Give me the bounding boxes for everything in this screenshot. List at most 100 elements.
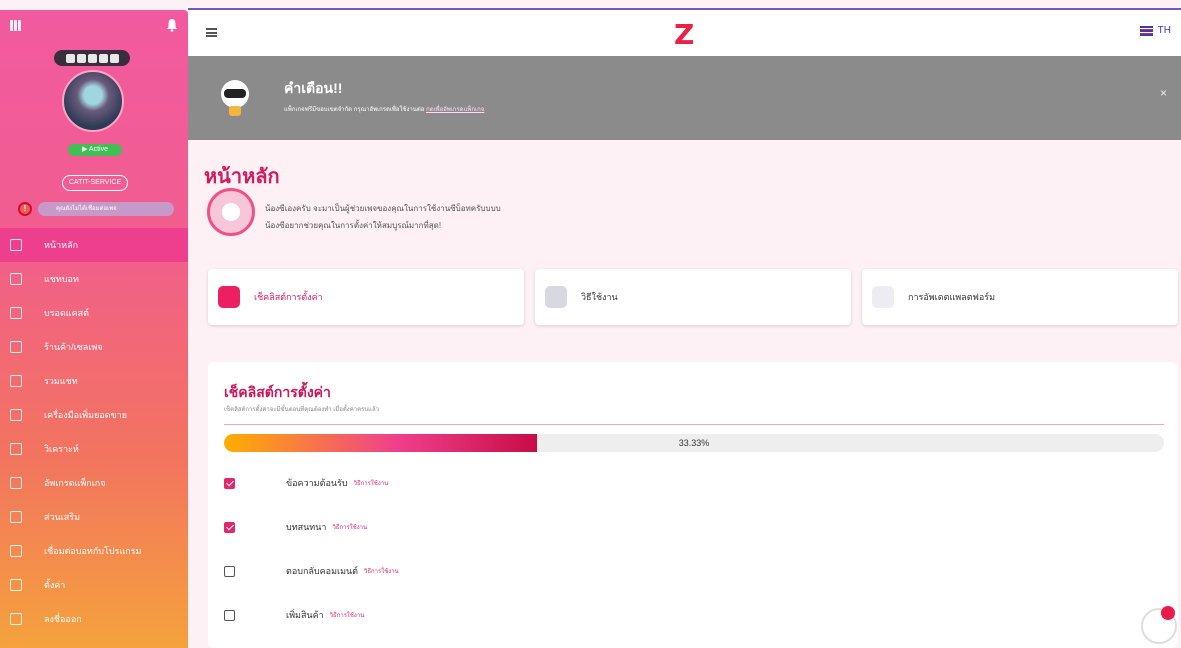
sidebar-item[interactable]: รวมแชท — [0, 364, 188, 398]
checklist-item-label: เพิ่มสินค้า — [286, 610, 324, 620]
howto-card-label: วิธีใช้งาน — [581, 292, 618, 302]
warning-banner: คำเตือน!! แพ็กเกจฟรีมีขอบเขตจำกัด กรุณาอ… — [188, 56, 1181, 140]
alert-icon: ! — [18, 202, 32, 216]
checklist-item: เพิ่มสินค้า วิธีการใช้งาน — [224, 606, 364, 624]
checkbox[interactable] — [224, 521, 235, 533]
sidebar-item-label: ลงชื่อออก — [44, 614, 82, 624]
crown-icon — [10, 477, 22, 489]
sidebar-nav: หน้าหลักแชทบอทบรอดแคสต์ร้านค้า/เซลเพจรวม… — [0, 228, 188, 636]
checklist-item-label: บทสนทนา — [286, 522, 327, 532]
checklist-subtitle: เช็คลิสต์การตั้งค่าจะมีขั้นตอนที่คุณต้อง… — [224, 407, 380, 413]
brand-logo[interactable]: Z — [674, 18, 694, 51]
checklist-panel: เช็คลิสต์การตั้งค่า เช็คลิสต์การตั้งค่าจ… — [208, 362, 1178, 648]
sidebar-item[interactable]: ตั้งค่า — [0, 568, 188, 602]
intro-line-2: น้องซีอยากช่วยคุณในการตั้งค่าให้สมบูรณ์ม… — [265, 221, 442, 230]
page-title: หน้าหลัก — [204, 166, 280, 188]
sidebar-item[interactable]: แชทบอท — [0, 262, 188, 296]
profile-avatar[interactable] — [62, 70, 124, 132]
sidebar-item[interactable]: เชื่อมต่อบอทกับโปรแกรม — [0, 534, 188, 568]
sidebar-item[interactable]: ร้านค้า/เซลเพจ — [0, 330, 188, 364]
banner-upgrade-link[interactable]: กดเพื่ออัพเกรดแพ็กเกจ — [426, 107, 484, 113]
checklist-item: ข้อความต้อนรับ วิธีการใช้งาน — [224, 474, 388, 492]
intro-line-1: น้องซีเองครับ จะมาเป็นผู้ช่วยเพจของคุณใน… — [265, 204, 501, 213]
sidebar-item-label: ส่วนเสริม — [44, 512, 81, 522]
banner-text: แพ็กเกจฟรีมีขอบเขตจำกัด กรุณาอัพเกรดเพื่… — [284, 104, 484, 114]
link-icon — [10, 545, 22, 557]
sidebar-item-label: เครื่องมือเพิ่มยอดขาย — [44, 410, 128, 420]
settings-icon — [10, 579, 22, 591]
checkbox[interactable] — [224, 477, 235, 489]
sidebar-item-label: หน้าหลัก — [44, 240, 79, 250]
apps-grid-icon[interactable] — [10, 20, 21, 31]
flag-icon — [1139, 25, 1153, 36]
checklist-card[interactable]: เช็คลิสต์การตั้งค่า — [208, 269, 524, 325]
checklist-item-label: ข้อความต้อนรับ — [286, 478, 348, 488]
howto-link[interactable]: วิธีการใช้งาน — [332, 522, 367, 532]
banner-title: คำเตือน!! — [284, 80, 343, 96]
home-icon — [10, 239, 22, 251]
instagram-icon[interactable] — [87, 53, 97, 63]
howto-card[interactable]: วิธีใช้งาน — [535, 269, 851, 325]
status-badge: ▶ Active — [68, 144, 122, 156]
intro-text: น้องซีเองครับ จะมาเป็นผู้ช่วยเพจของคุณใน… — [265, 200, 501, 234]
topbar: Z TH — [188, 10, 1181, 56]
google-icon[interactable] — [109, 53, 119, 63]
bell-icon[interactable] — [166, 18, 178, 32]
checklist-item: บทสนทนา วิธีการใช้งาน — [224, 518, 367, 536]
sidebar-item-label: ตั้งค่า — [44, 580, 66, 590]
clipboard-icon — [218, 286, 240, 308]
close-icon[interactable]: × — [1160, 86, 1167, 100]
robot-mascot-icon — [221, 80, 249, 116]
checklist-title: เช็คลิสต์การตั้งค่า — [224, 384, 331, 400]
page-warning[interactable]: ! คุณยังไม่ได้เชื่อมต่อเพจ — [18, 200, 178, 218]
checkbox[interactable] — [224, 609, 235, 621]
progress-bar: 33.33% — [224, 434, 1164, 452]
line-icon[interactable] — [76, 53, 86, 63]
progress-label: 33.33% — [678, 438, 710, 448]
sidebar-item-label: รวมแชท — [44, 376, 78, 386]
sidebar-item-label: บรอดแคสต์ — [44, 308, 89, 318]
language-label: TH — [1157, 25, 1171, 36]
sidebar-item[interactable]: ลงชื่อออก — [0, 602, 188, 636]
notification-badge — [1161, 606, 1175, 620]
howto-link[interactable]: วิธีการใช้งาน — [364, 566, 399, 576]
howto-link[interactable]: วิธีการใช้งาน — [354, 478, 389, 488]
banner-message: แพ็กเกจฟรีมีขอบเขตจำกัด กรุณาอัพเกรดเพื่… — [284, 107, 427, 113]
sidebar-item-label: แชทบอท — [44, 274, 79, 284]
facebook-icon[interactable] — [65, 53, 75, 63]
checklist-item: ตอบกลับคอมเมนต์ วิธีการใช้งาน — [224, 562, 399, 580]
store-icon — [10, 341, 22, 353]
sidebar-item-label: วิเคราะห์ — [44, 444, 79, 454]
chat-icon — [10, 273, 22, 285]
sidebar-top — [8, 16, 178, 36]
web-icon[interactable] — [98, 53, 108, 63]
sidebar-item[interactable]: วิเคราะห์ — [0, 432, 188, 466]
sidebar-item[interactable]: บรอดแคสต์ — [0, 296, 188, 330]
book-icon — [545, 286, 567, 308]
sidebar-item[interactable]: ส่วนเสริม — [0, 500, 188, 534]
service-badge[interactable]: CATIT-SERVICE — [62, 175, 128, 191]
social-links — [54, 50, 130, 66]
language-switcher[interactable]: TH — [1139, 25, 1171, 36]
sidebar-item-label: ร้านค้า/เซลเพจ — [44, 342, 103, 352]
sidebar-item[interactable]: อัพเกรดแพ็กเกจ — [0, 466, 188, 500]
analytics-icon — [10, 443, 22, 455]
chart-icon — [10, 409, 22, 421]
sidebar-item-label: เชื่อมต่อบอทกับโปรแกรม — [44, 546, 142, 556]
sidebar-item[interactable]: หน้าหลัก — [0, 228, 188, 262]
megaphone-icon — [10, 307, 22, 319]
updates-card-label: การอัพเดตแพลตฟอร์ม — [908, 292, 996, 302]
plugin-icon — [10, 511, 22, 523]
mascot-avatar — [207, 188, 255, 236]
sidebar-item[interactable]: เครื่องมือเพิ่มยอดขาย — [0, 398, 188, 432]
checklist-card-label: เช็คลิสต์การตั้งค่า — [254, 292, 323, 302]
chat-support-button[interactable] — [1141, 606, 1177, 644]
hamburger-menu-icon[interactable] — [206, 28, 217, 37]
checklist-item-label: ตอบกลับคอมเมนต์ — [286, 566, 359, 576]
howto-link[interactable]: วิธีการใช้งาน — [330, 610, 365, 620]
updates-card[interactable]: การอัพเดตแพลตฟอร์ม — [862, 269, 1178, 325]
divider — [224, 424, 1164, 425]
sidebar: ▶ Active CATIT-SERVICE ! คุณยังไม่ได้เชื… — [0, 10, 188, 648]
checkbox[interactable] — [224, 565, 235, 577]
sidebar-item-label: อัพเกรดแพ็กเกจ — [44, 478, 106, 488]
